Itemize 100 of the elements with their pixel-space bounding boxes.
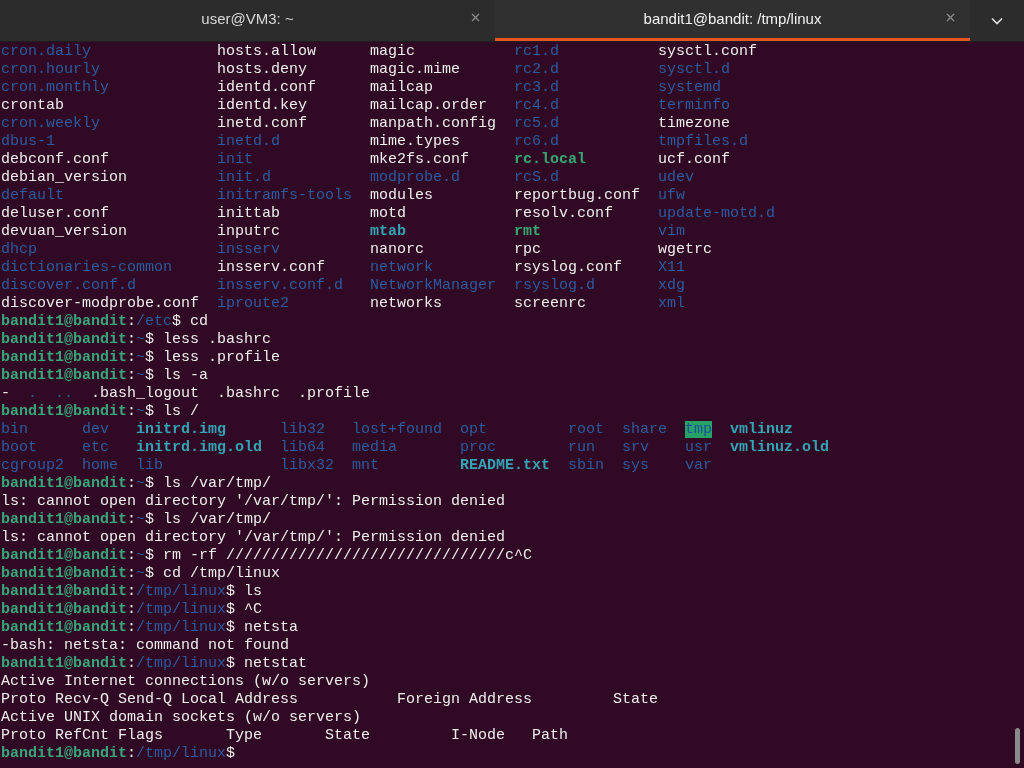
file-name: xdg [658, 277, 686, 294]
file-name: rc4.d [514, 97, 560, 114]
file-name: manpath.config [370, 115, 497, 132]
file-name: terminfo [658, 97, 731, 114]
file-name: crontab [1, 97, 64, 114]
file-name: screenrc [514, 295, 587, 312]
file-name: initrd.img [136, 421, 226, 438]
file-name: lost+found [352, 421, 443, 438]
file-name: srv [622, 439, 650, 456]
file-name: vmlinuz [730, 421, 794, 438]
file-name: hosts.allow [217, 43, 317, 60]
prompt-line: bandit1@bandit:~$ less .profile [1, 349, 281, 366]
file-name: sysctl.d [658, 61, 731, 78]
file-name: rsyslog.conf [514, 259, 623, 276]
file-name: mailcap [370, 79, 434, 96]
file-name: reportbug.conf [514, 187, 641, 204]
file-name: nanorc [370, 241, 425, 258]
file-name: opt [460, 421, 488, 438]
prompt-line: bandit1@bandit:~$ ls / [1, 403, 200, 420]
file-name: rc3.d [514, 79, 560, 96]
file-name: . [28, 385, 37, 402]
chevron-down-icon[interactable] [991, 16, 1003, 25]
file-name: vim [658, 223, 686, 240]
file-name: .. [55, 385, 73, 402]
file-name: rc1.d [514, 43, 560, 60]
file-name: run [568, 439, 596, 456]
file-name: vmlinuz.old [730, 439, 830, 456]
prompt-line: bandit1@bandit:/tmp/linux$ [1, 745, 236, 762]
file-name: wgetrc [658, 241, 713, 258]
file-name: home [82, 457, 118, 474]
file-name: motd [370, 205, 407, 222]
file-name: xml [658, 295, 686, 312]
file-name: iproute2 [217, 295, 290, 312]
file-name: inetd.d [217, 133, 281, 150]
file-name: deluser.conf [1, 205, 110, 222]
file-name: devuan_version [1, 223, 128, 240]
file-name: boot [1, 439, 37, 456]
file-name: .bash_logout [91, 385, 200, 402]
tab-title: bandit1@bandit: /tmp/linux [643, 8, 822, 29]
file-name: sbin [568, 457, 605, 474]
terminal-tab[interactable]: bandit1@bandit: /tmp/linux [495, 0, 970, 41]
file-name: dev [82, 421, 109, 438]
close-icon[interactable] [946, 13, 955, 22]
file-name: default [1, 187, 64, 204]
file-name: timezone [658, 115, 731, 132]
file-name: cgroup2 [1, 457, 64, 474]
file-name: insserv [217, 241, 281, 258]
file-name: debconf.conf [1, 151, 110, 168]
file-name: discover.conf.d [1, 277, 137, 294]
file-name: inittab [217, 205, 281, 222]
prompt-line: bandit1@bandit:~$ ls /var/tmp/ [1, 511, 272, 528]
prompt-line: bandit1@bandit:~$ ls -a [1, 367, 209, 384]
file-name: debian_version [1, 169, 128, 186]
prompt-line: bandit1@bandit:~$ ls /var/tmp/ [1, 475, 272, 492]
file-name: bin [1, 421, 28, 438]
output-line: Active UNIX domain sockets (w/o servers) [1, 709, 362, 726]
close-icon[interactable] [471, 13, 480, 22]
file-name: lib64 [280, 439, 326, 456]
file-name: systemd [658, 79, 722, 96]
output-line: ls: cannot open directory '/var/tmp/': Permission denied [1, 529, 506, 546]
file-name: update-motd.d [658, 205, 776, 222]
output-line: Proto Recv-Q Send-Q Local Address Foreign Address State [1, 691, 659, 708]
file-name: cron.weekly [1, 115, 101, 132]
file-name: - [1, 385, 10, 402]
file-name: proc [460, 439, 497, 456]
file-name: inputrc [217, 223, 281, 240]
file-name: tmpfiles.d [658, 133, 749, 150]
scrollbar-thumb[interactable] [1015, 728, 1020, 764]
file-name: mailcap.order [370, 97, 488, 114]
prompt-line: bandit1@bandit:~$ less .bashrc [1, 331, 272, 348]
file-name: identd.key [217, 97, 308, 114]
prompt-line: bandit1@bandit:/etc$ cd [1, 313, 209, 330]
file-name: lib32 [280, 421, 326, 438]
file-name: cron.monthly [1, 79, 110, 96]
prompt-line: bandit1@bandit:~$ cd /tmp/linux [1, 565, 281, 582]
file-name: ucf.conf [658, 151, 731, 168]
prompt-line: bandit1@bandit:/tmp/linux$ ^C [1, 601, 263, 618]
file-name: lib [136, 457, 163, 474]
file-name: media [352, 439, 398, 456]
file-name: initramfs-tools [217, 187, 353, 204]
file-name: root [568, 421, 605, 438]
file-name: magic.mime [370, 61, 461, 78]
file-name: networks [370, 295, 443, 312]
file-name: mtab [370, 223, 407, 240]
file-name: mnt [352, 457, 380, 474]
file-name: README.txt [460, 457, 551, 474]
file-name: rcS.d [514, 169, 560, 186]
file-name: mke2fs.conf [370, 151, 470, 168]
prompt-line: bandit1@bandit:/tmp/linux$ netsta [1, 619, 299, 636]
file-name: rc6.d [514, 133, 560, 150]
file-name: rc2.d [514, 61, 560, 78]
file-name: hosts.deny [217, 61, 308, 78]
output-line: -bash: netsta: command not found [1, 637, 290, 654]
file-name: usr [685, 439, 713, 456]
file-name: NetworkManager [370, 277, 497, 294]
file-name: ufw [658, 187, 686, 204]
file-name: X11 [658, 259, 686, 276]
file-name: magic [370, 43, 416, 60]
file-name: cron.daily [1, 43, 91, 60]
file-name: network [370, 259, 434, 276]
